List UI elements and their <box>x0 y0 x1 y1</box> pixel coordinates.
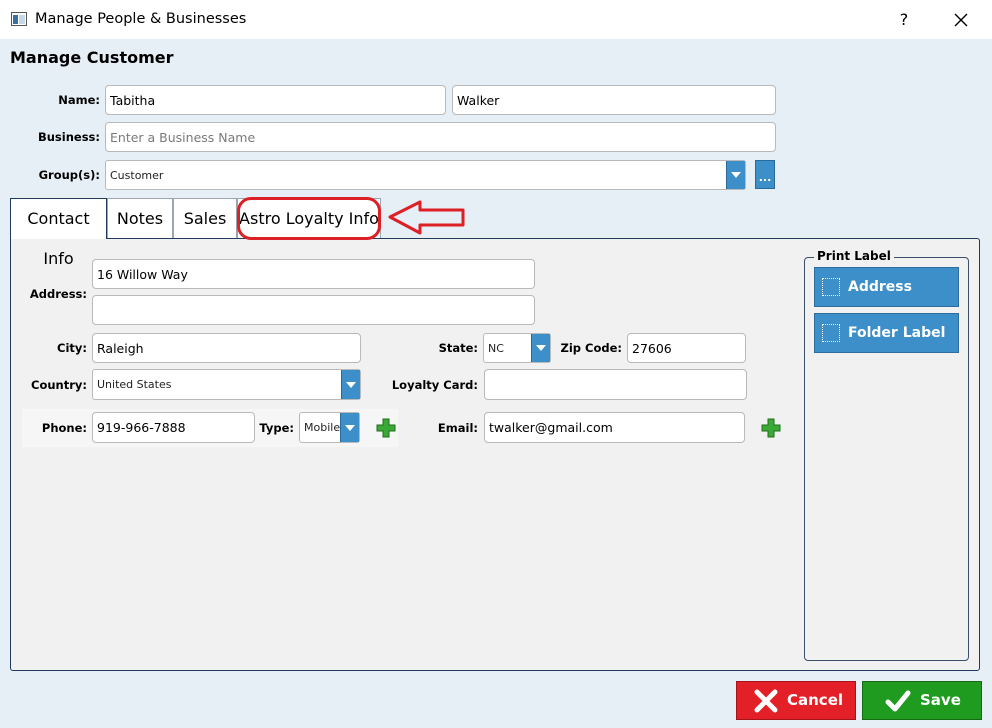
email-input[interactable] <box>484 412 745 443</box>
loyalty-card-label: Loyalty Card: <box>391 378 478 392</box>
folder-label-button-text: Folder Label <box>848 325 946 341</box>
chevron-down-icon <box>346 381 356 388</box>
phone-type-dropdown[interactable]: Mobile <box>299 412 360 443</box>
page-heading: Manage Customer <box>10 48 174 67</box>
country-value: United States <box>97 378 172 391</box>
annotation-highlight <box>237 197 381 240</box>
title-bar: Manage People & Businesses ? <box>0 0 992 39</box>
country-dropdown[interactable]: United States <box>92 369 361 400</box>
save-button[interactable]: Save <box>862 681 982 720</box>
window-title: Manage People & Businesses <box>35 11 247 27</box>
add-phone-plus-icon[interactable] <box>376 418 396 438</box>
close-icon <box>954 13 968 27</box>
annotation-arrow-icon <box>388 200 465 235</box>
chevron-down-icon <box>536 345 546 351</box>
address-line2-input[interactable] <box>92 295 535 325</box>
business-input[interactable] <box>105 122 776 152</box>
business-label: Business: <box>37 130 100 144</box>
app-window-icon <box>11 12 27 26</box>
email-label: Email: <box>437 421 478 435</box>
last-name-input[interactable] <box>452 85 776 115</box>
phone-input[interactable] <box>92 412 255 443</box>
cancel-button[interactable]: Cancel <box>736 681 856 720</box>
tab-notes[interactable]: Notes <box>107 198 173 238</box>
address-label-button[interactable]: Address Label <box>814 267 959 333</box>
add-email-plus-icon[interactable] <box>761 418 781 438</box>
zip-label: Zip Code: <box>560 341 623 355</box>
first-name-input[interactable] <box>105 85 446 115</box>
state-dropdown-arrow[interactable] <box>531 334 550 362</box>
close-button[interactable] <box>944 6 978 34</box>
city-label: City: <box>57 341 87 355</box>
loyalty-card-input[interactable] <box>484 369 747 400</box>
chevron-down-icon <box>731 172 741 178</box>
cancel-x-icon <box>754 689 778 713</box>
phone-label: Phone: <box>41 421 87 435</box>
folder-label-button[interactable]: Folder Label <box>814 313 959 353</box>
state-value: NC <box>488 341 504 355</box>
label-icon <box>822 278 840 296</box>
phone-type-dropdown-arrow[interactable] <box>340 413 359 442</box>
tab-contact-info[interactable]: Contact Info <box>10 198 107 268</box>
cancel-button-text: Cancel <box>787 691 844 709</box>
groups-label: Group(s): <box>38 168 100 182</box>
city-input[interactable] <box>92 333 361 363</box>
phone-type-label: Type: <box>259 421 294 435</box>
checkmark-icon <box>885 690 911 712</box>
label-icon <box>822 324 840 342</box>
zip-input[interactable] <box>627 333 746 363</box>
groups-value: Customer <box>110 168 164 182</box>
chevron-down-icon <box>345 424 355 431</box>
address-label: Address: <box>29 287 87 301</box>
help-button[interactable]: ? <box>889 6 919 34</box>
name-label: Name: <box>58 93 100 107</box>
state-dropdown[interactable]: NC <box>483 333 551 363</box>
state-label: State: <box>438 341 478 355</box>
groups-dropdown-arrow[interactable] <box>726 161 745 189</box>
country-dropdown-arrow[interactable] <box>341 370 360 399</box>
save-button-text: Save <box>920 691 961 709</box>
country-label: Country: <box>31 378 87 392</box>
groups-more-button[interactable]: ... <box>755 160 775 189</box>
address-line1-input[interactable] <box>92 259 535 289</box>
print-label-title: Print Label <box>814 249 894 263</box>
groups-dropdown[interactable]: Customer <box>105 160 746 190</box>
tab-sales[interactable]: Sales <box>173 198 237 238</box>
phone-type-value: Mobile <box>304 421 341 434</box>
